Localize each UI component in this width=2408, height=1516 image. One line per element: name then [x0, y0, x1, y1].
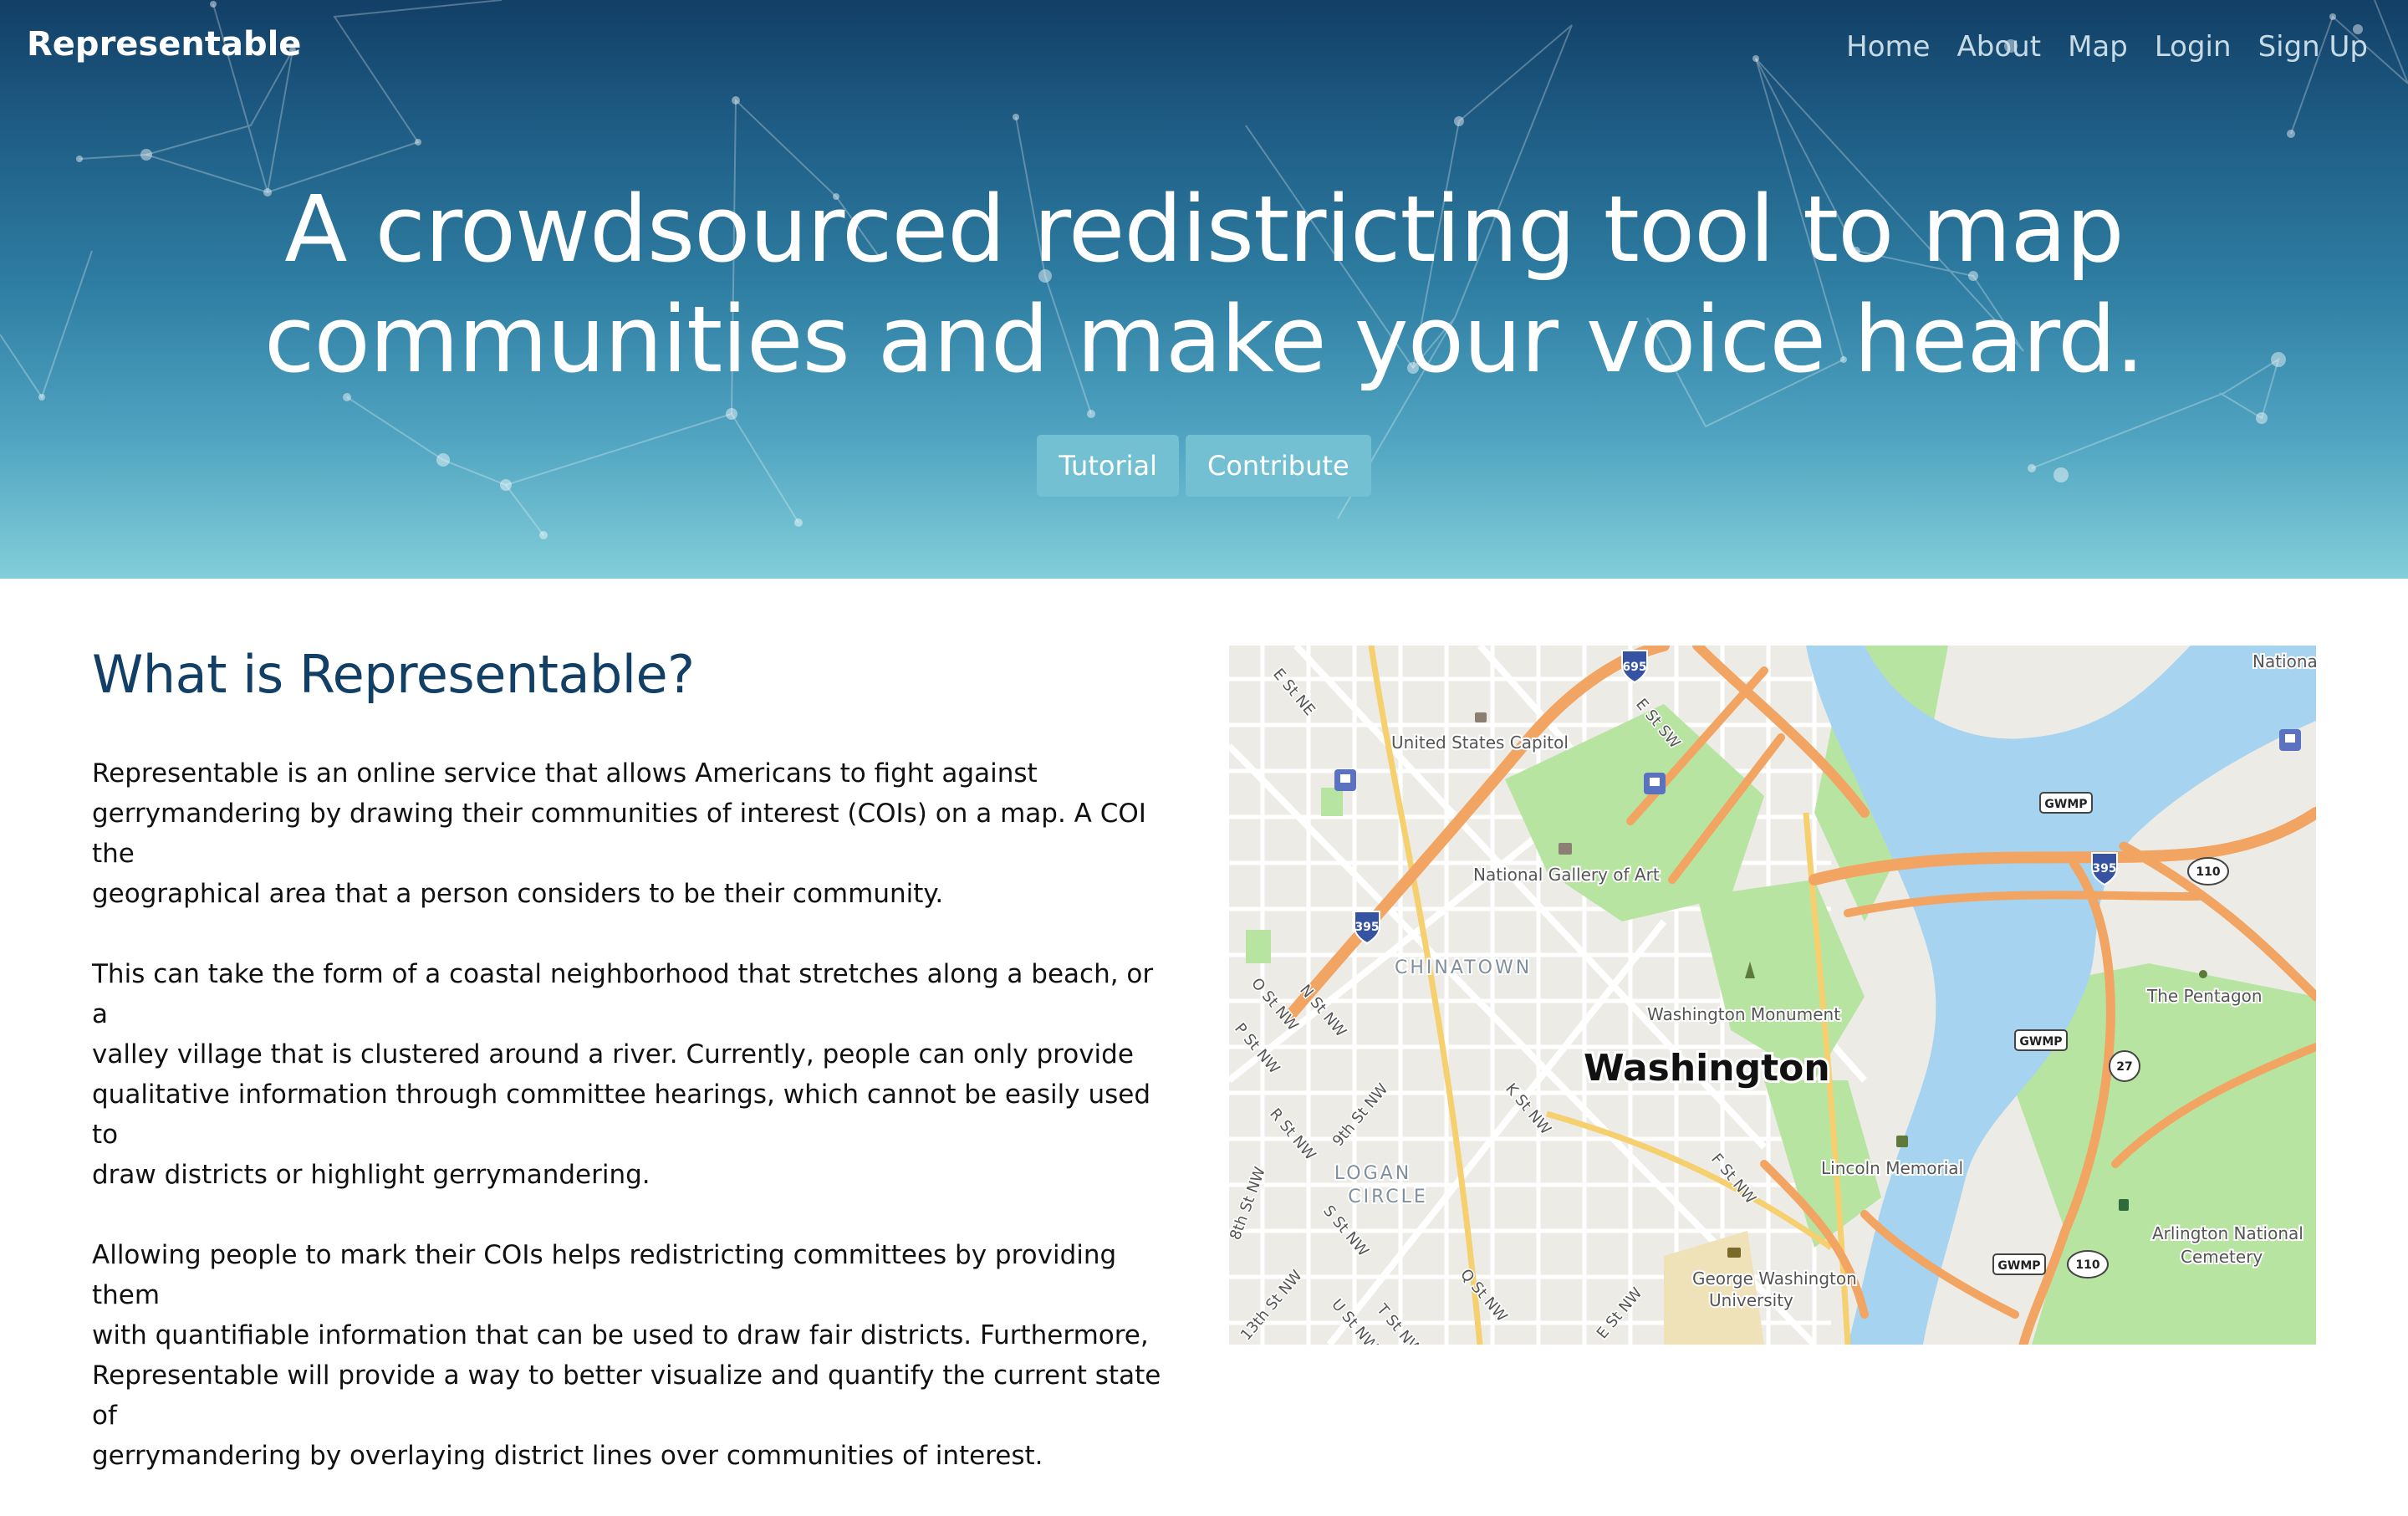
tutorial-button[interactable]: Tutorial [1037, 435, 1179, 497]
shield-label: 27 [2116, 1060, 2132, 1074]
place-label: National Gallery of Art [1473, 865, 1660, 885]
place-label: Lincoln Memorial [1821, 1158, 1963, 1178]
place-label: United States Capitol [1391, 732, 1569, 753]
about-p1-line: Representable is an online service that … [92, 758, 1038, 789]
nav-home[interactable]: Home [1846, 30, 1930, 64]
about-p3-line: Representable will provide a way to bett… [92, 1360, 1161, 1431]
capitol-icon [1475, 712, 1487, 722]
about-paragraph-3: Allowing people to mark their COIs helps… [92, 1235, 1171, 1476]
dc-map[interactable]: 695 395 395 GWMP 110 GWMP 27 GWMP 110 Un… [1229, 646, 2316, 1345]
shield-label: GWMP [1997, 1259, 2040, 1273]
about-p1-line: gerrymandering by drawing their communit… [92, 799, 1146, 869]
about-paragraph-2: This can take the form of a coastal neig… [92, 954, 1171, 1195]
metro-icon [1334, 769, 1356, 791]
place-label: The Pentagon [2146, 986, 2263, 1006]
place-label: University [1709, 1290, 1793, 1310]
about-p2-line: draw districts or highlight gerrymanderi… [92, 1160, 650, 1190]
university-icon [1727, 1248, 1741, 1258]
about-p1-line: geographical area that a person consider… [92, 879, 944, 909]
memorial-icon [1896, 1136, 1908, 1147]
shield-label: 110 [2075, 1258, 2099, 1272]
nav-sign-up[interactable]: Sign Up [2258, 30, 2368, 64]
district-label: LOGAN [1334, 1163, 1411, 1184]
route-110-shield: 110 [2067, 1250, 2109, 1279]
about-p2-line: valley village that is clustered around … [92, 1039, 1134, 1069]
map-canvas[interactable]: 695 395 395 GWMP 110 GWMP 27 GWMP 110 Un… [1229, 646, 2316, 1345]
place-label: Washington Monument [1647, 1004, 1840, 1024]
about-section: What is Representable? Representable is … [92, 644, 1171, 1516]
shield-label: 395 [1354, 921, 1379, 934]
brand-logo[interactable]: Representable [27, 25, 301, 64]
about-p2-line: This can take the form of a coastal neig… [92, 959, 1154, 1029]
shield-label: 395 [2092, 862, 2116, 875]
route-110-shield: 110 [2187, 857, 2229, 886]
city-label: Washington [1584, 1047, 1830, 1090]
shield-label: 695 [1622, 661, 1646, 674]
about-p3-line: Allowing people to mark their COIs helps… [92, 1240, 1117, 1310]
gwmp-shield: GWMP [1992, 1253, 2046, 1275]
nav-map[interactable]: Map [2068, 30, 2128, 64]
place-label: George Washington [1692, 1268, 1857, 1289]
hero-headline: A crowdsourced redistricting tool to map… [0, 174, 2408, 395]
district-label: CHINATOWN [1395, 957, 1532, 978]
route-27-shield: 27 [2109, 1050, 2140, 1082]
place-label: Arlington National [2152, 1223, 2303, 1243]
headline-line-1: A crowdsourced redistricting tool to map [284, 176, 2124, 283]
nav-about[interactable]: About [1957, 30, 2042, 64]
metro-icon [2279, 729, 2301, 751]
about-p2-line: qualitative information through committe… [92, 1080, 1151, 1150]
headline-line-2: communities and make your voice heard. [264, 286, 2145, 393]
about-heading: What is Representable? [92, 644, 695, 705]
place-label: Cemetery [2181, 1247, 2263, 1267]
gwmp-shield: GWMP [2039, 792, 2093, 814]
pentagon-icon [2199, 970, 2207, 978]
district-label: CIRCLE [1348, 1187, 1428, 1207]
top-nav: Home About Map Login Sign Up [1846, 30, 2368, 64]
about-p3-line: with quantifiable information that can b… [92, 1320, 1149, 1350]
hero-actions: Tutorial Contribute [0, 435, 2408, 497]
cemetery-icon [2119, 1199, 2129, 1211]
metro-icon [1644, 773, 1666, 794]
about-paragraph-1: Representable is an online service that … [92, 753, 1171, 914]
nav-login[interactable]: Login [2155, 30, 2232, 64]
gwmp-shield: GWMP [2014, 1029, 2068, 1051]
shield-label: GWMP [2044, 798, 2087, 811]
museum-icon [1559, 843, 1572, 855]
contribute-button[interactable]: Contribute [1186, 435, 1371, 497]
about-p3-line: gerrymandering by overlaying district li… [92, 1441, 1043, 1471]
place-label: Nationa [2252, 651, 2316, 671]
hero-banner: Representable Home About Map Login Sign … [0, 0, 2408, 579]
shield-label: 110 [2196, 865, 2220, 879]
shield-label: GWMP [2019, 1035, 2062, 1049]
